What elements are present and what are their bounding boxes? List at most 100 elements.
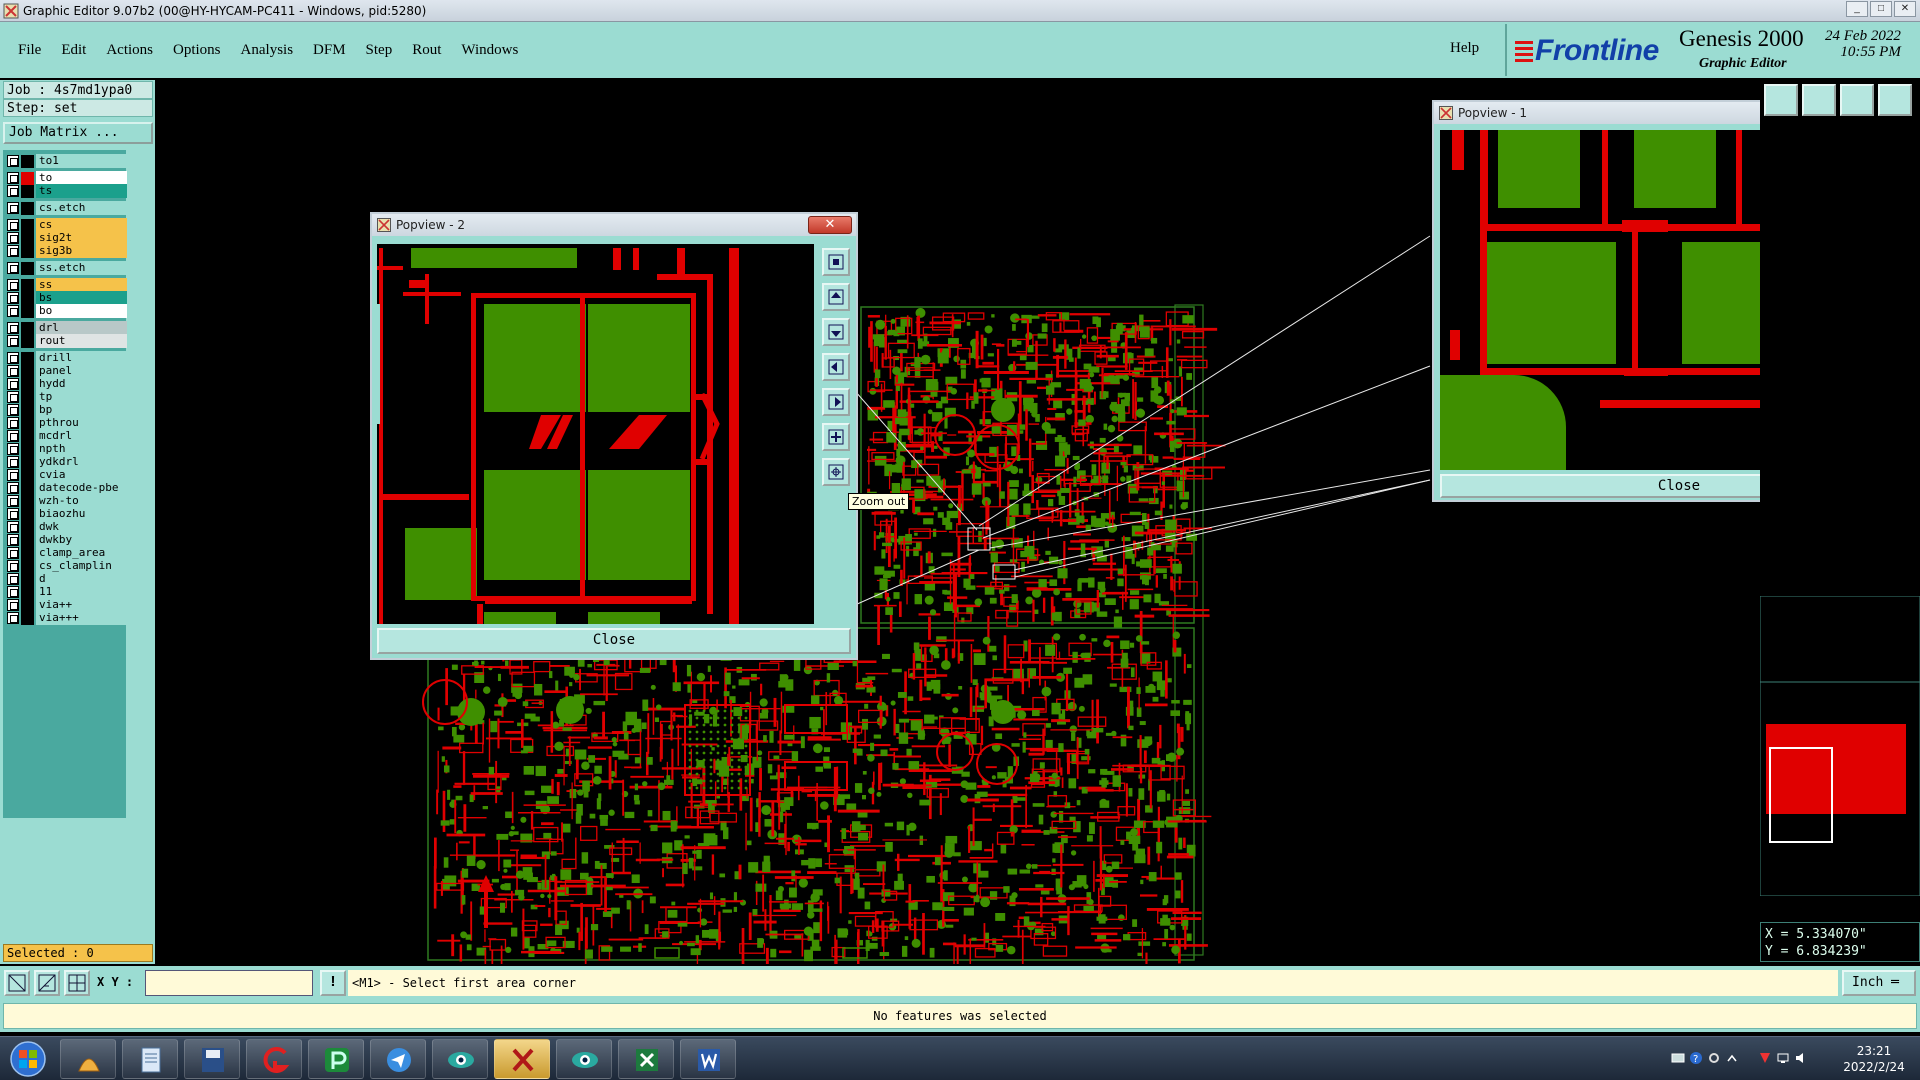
measure-icon[interactable]: [34, 970, 60, 996]
layer-name[interactable]: sig3b: [36, 244, 127, 258]
layer-row[interactable]: cs.etch: [7, 201, 127, 215]
layer-checkbox[interactable]: [7, 292, 19, 304]
layer-row[interactable]: to1: [7, 154, 127, 168]
layer-name[interactable]: via+++: [36, 611, 127, 625]
layer-color-swatch[interactable]: [21, 390, 34, 404]
layer-name[interactable]: bs: [36, 291, 127, 305]
layer-row[interactable]: ss: [7, 278, 127, 292]
layer-color-swatch[interactable]: [21, 494, 34, 508]
layer-name[interactable]: to: [36, 171, 127, 185]
layer-name[interactable]: pthrou: [36, 416, 127, 430]
layer-row[interactable]: d: [7, 572, 127, 586]
layer-checkbox[interactable]: [7, 443, 19, 455]
layer-row[interactable]: drill: [7, 351, 127, 365]
layer-checkbox[interactable]: [7, 612, 19, 624]
pan-button[interactable]: [1840, 84, 1874, 116]
layer-list-scrollbar[interactable]: [130, 150, 152, 938]
layer-color-swatch[interactable]: [21, 533, 34, 547]
popview-2-window[interactable]: Popview - 2 ✕ Close: [370, 212, 858, 660]
layer-row[interactable]: panel: [7, 364, 127, 378]
network-icon[interactable]: [1776, 1051, 1790, 1065]
layer-name[interactable]: bo: [36, 304, 127, 318]
layer-name[interactable]: cs.etch: [36, 201, 127, 215]
pan-left-button[interactable]: [822, 353, 850, 381]
layer-checkbox[interactable]: [7, 547, 19, 559]
layer-name[interactable]: sig2t: [36, 231, 127, 245]
layer-row[interactable]: hydd: [7, 377, 127, 391]
layer-name[interactable]: drill: [36, 351, 127, 365]
layer-checkbox[interactable]: [7, 155, 19, 167]
layer-color-swatch[interactable]: [21, 429, 34, 443]
menu-step[interactable]: Step: [356, 42, 403, 59]
layer-checkbox[interactable]: [7, 573, 19, 585]
layer-color-swatch[interactable]: [21, 231, 34, 245]
layer-name[interactable]: dwk: [36, 520, 127, 534]
layer-name[interactable]: cs: [36, 218, 127, 232]
taskbar-genesis-icon[interactable]: [494, 1039, 550, 1079]
layer-checkbox[interactable]: [7, 232, 19, 244]
maximize-button[interactable]: □: [1870, 1, 1892, 17]
menu-rout[interactable]: Rout: [402, 42, 451, 59]
pan-right-button[interactable]: [822, 388, 850, 416]
layer-color-swatch[interactable]: [21, 572, 34, 586]
layer-color-swatch[interactable]: [21, 416, 34, 430]
zoom-window-button[interactable]: [1802, 84, 1836, 116]
layer-color-swatch[interactable]: [21, 442, 34, 456]
layer-row[interactable]: sig2t: [7, 231, 127, 245]
layer-color-swatch[interactable]: [21, 468, 34, 482]
popview-2-zoom-view[interactable]: [377, 244, 814, 624]
layer-checkbox[interactable]: [7, 456, 19, 468]
layer-row[interactable]: mcdrl: [7, 429, 127, 443]
layer-name[interactable]: biaozhu: [36, 507, 127, 521]
layer-color-swatch[interactable]: [21, 218, 34, 232]
layer-color-swatch[interactable]: [21, 154, 34, 168]
layer-row[interactable]: drl: [7, 321, 127, 335]
layer-name[interactable]: datecode-pbe: [36, 481, 127, 495]
layer-color-swatch[interactable]: [21, 351, 34, 365]
layer-color-swatch[interactable]: [21, 261, 34, 275]
menu-options[interactable]: Options: [163, 42, 231, 59]
layer-checkbox[interactable]: [7, 262, 19, 274]
prompt-info-icon[interactable]: !: [320, 970, 346, 996]
layer-checkbox[interactable]: [7, 534, 19, 546]
taskbar-eye-app-icon[interactable]: [432, 1039, 488, 1079]
layer-checkbox[interactable]: [7, 586, 19, 598]
layer-checkbox[interactable]: [7, 185, 19, 197]
layer-row[interactable]: clamp_area: [7, 546, 127, 560]
start-button[interactable]: [4, 1039, 52, 1079]
layer-color-swatch[interactable]: [21, 455, 34, 469]
zoom-out-button[interactable]: [822, 458, 850, 486]
layer-row[interactable]: npth: [7, 442, 127, 456]
popview-2-close-x-button[interactable]: ✕: [808, 216, 852, 234]
layer-color-swatch[interactable]: [21, 481, 34, 495]
taskbar-g-app-icon[interactable]: [246, 1039, 302, 1079]
layer-name[interactable]: cvia: [36, 468, 127, 482]
layer-checkbox[interactable]: [7, 322, 19, 334]
layer-row[interactable]: bo: [7, 304, 127, 318]
pan-down-button[interactable]: [822, 318, 850, 346]
layer-color-swatch[interactable]: [21, 377, 34, 391]
layer-checkbox[interactable]: [7, 599, 19, 611]
minimize-button[interactable]: _: [1846, 1, 1868, 17]
layer-row[interactable]: via+++: [7, 611, 127, 625]
layer-name[interactable]: panel: [36, 364, 127, 378]
menu-help[interactable]: Help: [1450, 40, 1479, 57]
layer-row[interactable]: bs: [7, 291, 127, 305]
menu-dfm[interactable]: DFM: [303, 42, 356, 59]
layer-color-swatch[interactable]: [21, 507, 34, 521]
layer-checkbox[interactable]: [7, 430, 19, 442]
layer-checkbox[interactable]: [7, 469, 19, 481]
overview-map[interactable]: [1760, 596, 1920, 896]
menu-file[interactable]: File: [8, 42, 51, 59]
layer-row[interactable]: tp: [7, 390, 127, 404]
layer-name[interactable]: tp: [36, 390, 127, 404]
layer-row[interactable]: dwkby: [7, 533, 127, 547]
layer-name[interactable]: rout: [36, 334, 127, 348]
layer-checkbox[interactable]: [7, 417, 19, 429]
layer-row[interactable]: cs_clamplin: [7, 559, 127, 573]
layer-row[interactable]: cvia: [7, 468, 127, 482]
action-center-icon[interactable]: [1758, 1051, 1772, 1065]
layer-row[interactable]: biaozhu: [7, 507, 127, 521]
job-matrix-button[interactable]: Job Matrix ...: [3, 122, 153, 144]
layer-row[interactable]: rout: [7, 334, 127, 348]
